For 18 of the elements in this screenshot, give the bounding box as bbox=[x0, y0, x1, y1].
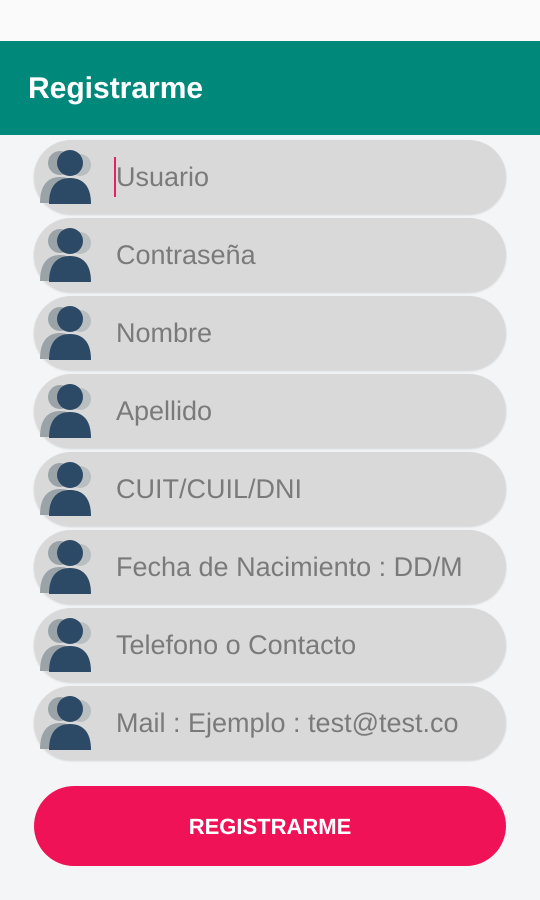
input-field[interactable]: Fecha de Nacimiento : DD/M bbox=[114, 546, 502, 588]
text-field[interactable]: Telefono o Contacto bbox=[34, 608, 506, 682]
text-field[interactable]: Fecha de Nacimiento : DD/M bbox=[34, 530, 506, 604]
text-field[interactable]: Apellido bbox=[34, 374, 506, 448]
input-field[interactable]: Contraseña bbox=[114, 234, 502, 276]
screen-title: Registrarme bbox=[28, 70, 204, 106]
text-field[interactable]: Contraseña bbox=[34, 218, 506, 292]
text-field[interactable]: CUIT/CUIL/DNI bbox=[34, 452, 506, 526]
text-field[interactable]: Usuario bbox=[34, 140, 506, 214]
text-field[interactable]: Nombre bbox=[34, 296, 506, 370]
input-field[interactable]: Usuario bbox=[114, 156, 502, 198]
input-field[interactable]: CUIT/CUIL/DNI bbox=[114, 468, 502, 510]
text-field[interactable]: Mail : Ejemplo : test@test.co bbox=[34, 686, 506, 760]
input-field[interactable]: Nombre bbox=[114, 312, 502, 354]
input-field[interactable]: Apellido bbox=[114, 390, 502, 432]
input-field[interactable]: Telefono o Contacto bbox=[114, 624, 502, 666]
input-field[interactable]: Mail : Ejemplo : test@test.co bbox=[114, 702, 502, 744]
register-button[interactable]: REGISTRARME bbox=[34, 786, 506, 866]
